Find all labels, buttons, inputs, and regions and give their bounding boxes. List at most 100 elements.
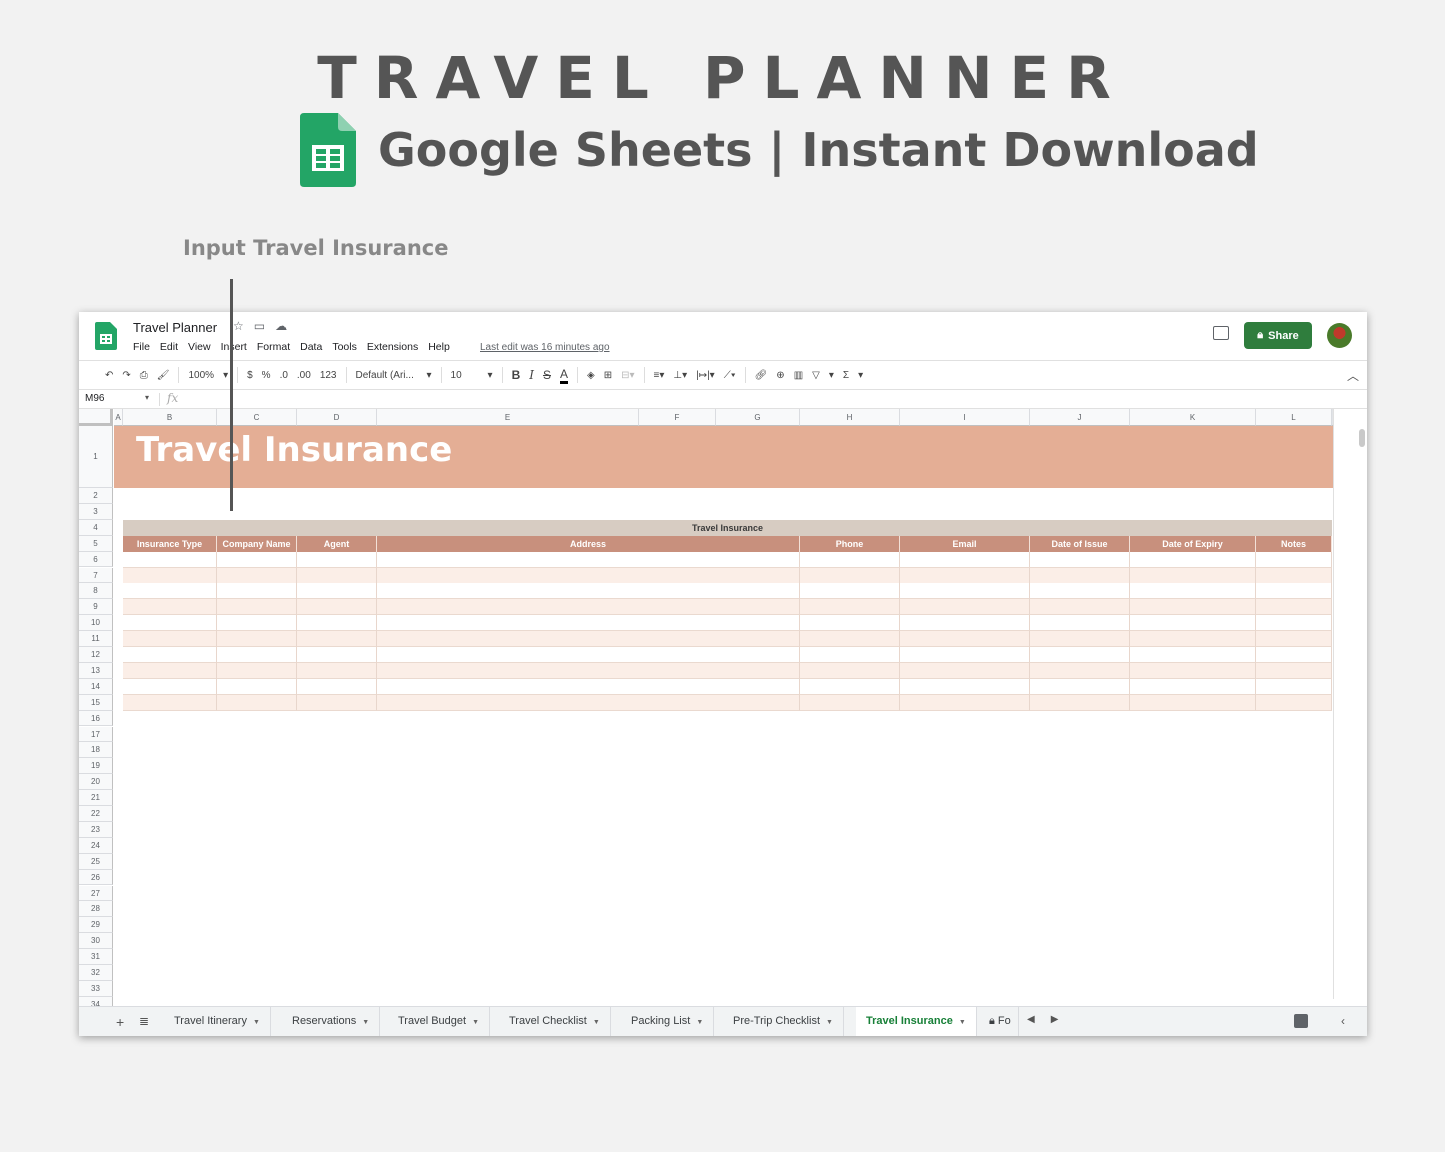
font-select[interactable]: Default (Ari... xyxy=(356,370,418,381)
zoom-select[interactable]: 100% xyxy=(188,370,214,381)
row-header-30[interactable]: 30 xyxy=(79,933,113,950)
table-cell[interactable] xyxy=(900,615,1030,632)
table-cell[interactable] xyxy=(800,583,900,600)
scroll-tabs-right-icon[interactable]: ▶ xyxy=(1051,1014,1059,1025)
scroll-tabs-left-icon[interactable]: ◀ xyxy=(1027,1014,1035,1025)
table-cell[interactable] xyxy=(1256,647,1332,663)
column-header-l[interactable]: L xyxy=(1256,409,1332,426)
table-cell[interactable] xyxy=(123,567,217,584)
table-cell[interactable] xyxy=(1030,599,1130,616)
table-cell[interactable] xyxy=(1256,583,1332,600)
filter-icon[interactable]: ▽ xyxy=(812,370,820,381)
row-header-18[interactable]: 18 xyxy=(79,742,113,759)
sheet-tab[interactable]: Travel Checklist ▼ xyxy=(499,1007,611,1036)
table-header-cell[interactable]: Agent xyxy=(297,535,377,552)
vertical-align-icon[interactable]: ⊥▾ xyxy=(673,370,687,381)
table-cell[interactable] xyxy=(123,583,217,600)
add-sheet-icon[interactable]: + xyxy=(116,1014,124,1030)
row-header-5[interactable]: 5 xyxy=(79,535,113,552)
table-cell[interactable] xyxy=(1030,678,1130,695)
table-cell[interactable] xyxy=(900,694,1030,711)
menu-item-view[interactable]: View xyxy=(188,341,211,353)
sheet-tab[interactable]: Travel Insurance ▼ xyxy=(856,1007,977,1036)
row-header-32[interactable]: 32 xyxy=(79,965,113,981)
table-cell[interactable] xyxy=(297,583,377,600)
table-cell[interactable] xyxy=(1130,583,1256,600)
table-cell[interactable] xyxy=(377,631,800,648)
table-cell[interactable] xyxy=(800,631,900,648)
row-header-22[interactable]: 22 xyxy=(79,806,113,822)
table-cell[interactable] xyxy=(217,583,297,600)
table-cell[interactable] xyxy=(217,662,297,679)
column-header-i[interactable]: I xyxy=(900,409,1030,426)
sheet-tab[interactable]: 🔒︎ Fo xyxy=(979,1007,1019,1036)
table-cell[interactable] xyxy=(900,551,1030,568)
sheet-tab[interactable]: Packing List ▼ xyxy=(621,1007,715,1036)
row-header-9[interactable]: 9 xyxy=(79,599,113,616)
table-cell[interactable] xyxy=(900,647,1030,663)
table-cell[interactable] xyxy=(377,583,800,600)
row-header-8[interactable]: 8 xyxy=(79,583,113,600)
table-cell[interactable] xyxy=(297,551,377,568)
row-header-10[interactable]: 10 xyxy=(79,615,113,632)
row-header-3[interactable]: 3 xyxy=(79,503,113,520)
text-color-button[interactable]: A xyxy=(560,367,569,384)
chevron-down-icon[interactable]: ▾ xyxy=(145,393,149,402)
side-panel-toggle-icon[interactable]: ‹ xyxy=(1341,1014,1345,1028)
horizontal-align-icon[interactable]: ≡▾ xyxy=(654,370,665,381)
row-header-33[interactable]: 33 xyxy=(79,980,113,997)
print-icon[interactable]: ⎙ xyxy=(140,370,148,381)
row-header-28[interactable]: 28 xyxy=(79,901,113,918)
decrease-decimal-button[interactable]: .0 xyxy=(280,370,288,381)
user-avatar[interactable] xyxy=(1327,323,1352,348)
row-header-20[interactable]: 20 xyxy=(79,774,113,791)
chevron-down-icon[interactable]: ▾ xyxy=(488,370,493,381)
currency-format-button[interactable]: $ xyxy=(247,370,253,381)
table-cell[interactable] xyxy=(297,631,377,648)
table-cell[interactable] xyxy=(1256,631,1332,648)
table-cell[interactable] xyxy=(377,567,800,584)
table-header-cell[interactable]: Company Name xyxy=(217,535,297,552)
table-cell[interactable] xyxy=(123,678,217,695)
table-cell[interactable] xyxy=(900,567,1030,584)
menu-item-tools[interactable]: Tools xyxy=(332,341,357,353)
sheet-tab[interactable]: Pre-Trip Checklist ▼ xyxy=(723,1007,844,1036)
chevron-down-icon[interactable]: ▾ xyxy=(427,370,432,381)
table-cell[interactable] xyxy=(1130,678,1256,695)
merge-cells-icon[interactable]: ⊟▾ xyxy=(621,370,634,381)
last-edit-link[interactable]: Last edit was 16 minutes ago xyxy=(480,342,610,353)
row-header-29[interactable]: 29 xyxy=(79,917,113,934)
row-header-6[interactable]: 6 xyxy=(79,551,113,568)
table-cell[interactable] xyxy=(1130,694,1256,711)
menu-item-data[interactable]: Data xyxy=(300,341,322,353)
row-header-27[interactable]: 27 xyxy=(79,885,113,902)
sheet-tab[interactable]: Reservations ▼ xyxy=(282,1007,381,1036)
borders-icon[interactable]: ⊞ xyxy=(604,370,612,381)
table-cell[interactable] xyxy=(1030,647,1130,663)
table-cell[interactable] xyxy=(1130,631,1256,648)
chevron-down-icon[interactable]: ▼ xyxy=(593,1019,600,1026)
table-cell[interactable] xyxy=(297,599,377,616)
insert-link-icon[interactable]: 🔗︎ xyxy=(755,370,768,381)
table-cell[interactable] xyxy=(1256,567,1332,584)
table-cell[interactable] xyxy=(217,678,297,695)
table-cell[interactable] xyxy=(800,647,900,663)
column-header-k[interactable]: K xyxy=(1130,409,1256,426)
table-cell[interactable] xyxy=(297,615,377,632)
table-header-cell[interactable]: Insurance Type xyxy=(123,535,217,552)
menu-item-help[interactable]: Help xyxy=(428,341,450,353)
insert-chart-icon[interactable]: ▥ xyxy=(794,370,803,381)
table-cell[interactable] xyxy=(217,615,297,632)
comments-icon[interactable] xyxy=(1213,326,1229,340)
table-cell[interactable] xyxy=(297,647,377,663)
document-title[interactable]: Travel Planner xyxy=(133,320,217,335)
column-header-c[interactable]: C xyxy=(217,409,297,426)
insert-comment-icon[interactable]: ⊕ xyxy=(776,370,784,381)
column-header-g[interactable]: G xyxy=(716,409,800,426)
table-cell[interactable] xyxy=(1256,662,1332,679)
menu-item-insert[interactable]: Insert xyxy=(221,341,247,353)
table-cell[interactable] xyxy=(800,694,900,711)
paint-format-icon[interactable]: 🖌︎ xyxy=(157,370,170,381)
star-icon[interactable]: ☆ xyxy=(233,319,244,333)
column-header-j[interactable]: J xyxy=(1030,409,1130,426)
